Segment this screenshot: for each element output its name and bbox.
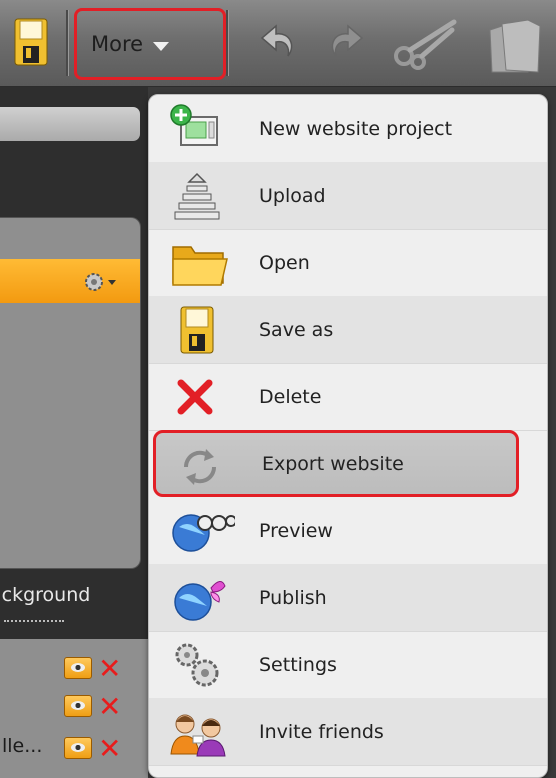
menu-item-upload[interactable]: Upload <box>149 162 547 230</box>
menu-item-label: Export website <box>262 452 404 475</box>
delete-x-icon[interactable]: ✕ <box>98 693 121 721</box>
left-panel: ackground ✕ ✕ lle... ✕ <box>0 87 148 778</box>
menu-item-label: Open <box>259 251 310 274</box>
visibility-eye-icon[interactable] <box>64 657 92 679</box>
menu-item-open[interactable]: Open <box>149 229 547 297</box>
layer-row[interactable]: lle... ✕ <box>0 731 148 763</box>
delete-x-icon[interactable]: ✕ <box>98 735 121 763</box>
visibility-eye-icon[interactable] <box>64 737 92 759</box>
people-icon <box>169 706 226 758</box>
globe-butterfly-icon <box>169 572 226 624</box>
save-icon <box>169 304 225 356</box>
layer-list: ✕ ✕ lle... ✕ <box>0 639 148 778</box>
redo-icon[interactable] <box>322 20 366 68</box>
menu-item-label: Invite friends <box>259 720 384 743</box>
menu-item-label: Save as <box>259 318 334 341</box>
cut-icon[interactable] <box>392 16 458 74</box>
menu-item-label: Upload <box>259 184 326 207</box>
menu-item-invite-friends[interactable]: Invite friends <box>149 698 547 766</box>
layer-row[interactable]: ✕ <box>0 653 148 683</box>
undo-icon[interactable] <box>258 20 302 68</box>
gear-dropdown-icon[interactable] <box>82 270 122 298</box>
toolbar-divider <box>226 10 228 76</box>
menu-item-save-as[interactable]: Save as <box>149 296 547 364</box>
dotted-divider <box>4 620 64 622</box>
more-label: More <box>91 32 144 56</box>
toolbar: More <box>0 0 556 87</box>
menu-item-label: New website project <box>259 117 453 140</box>
background-label: ackground <box>0 584 91 606</box>
more-button[interactable]: More <box>74 8 226 80</box>
menu-item-label: Publish <box>259 586 327 609</box>
gears-icon <box>169 639 225 691</box>
menu-item-label: Delete <box>259 385 322 408</box>
menu-item-publish[interactable]: Publish <box>149 564 547 632</box>
folder-icon <box>169 237 228 289</box>
export-icon <box>172 441 228 493</box>
menu-item-preview[interactable]: Preview <box>149 497 547 565</box>
panel-search-bar[interactable] <box>0 107 140 141</box>
visibility-eye-icon[interactable] <box>64 695 92 717</box>
delete-icon <box>169 371 225 423</box>
menu-item-settings[interactable]: Settings <box>149 631 547 699</box>
new-project-icon <box>169 103 225 155</box>
menu-item-label: Preview <box>259 519 333 542</box>
delete-x-icon[interactable]: ✕ <box>98 655 121 683</box>
paste-icon[interactable] <box>484 18 544 78</box>
toolbar-divider <box>66 10 68 76</box>
more-dropdown-menu: New website project Upload Open Save as … <box>148 94 548 778</box>
chevron-down-icon <box>153 41 170 51</box>
menu-item-label: Settings <box>259 653 337 676</box>
menu-item-new-website-project[interactable]: New website project <box>149 95 547 163</box>
binoculars-icon <box>169 505 237 557</box>
upload-icon <box>169 170 225 222</box>
menu-item-export-website[interactable]: Export website <box>153 430 519 497</box>
layer-label: lle... <box>2 735 43 757</box>
menu-item-delete[interactable]: Delete <box>149 363 547 431</box>
layer-row[interactable]: ✕ <box>0 691 148 721</box>
save-icon[interactable] <box>14 18 48 70</box>
